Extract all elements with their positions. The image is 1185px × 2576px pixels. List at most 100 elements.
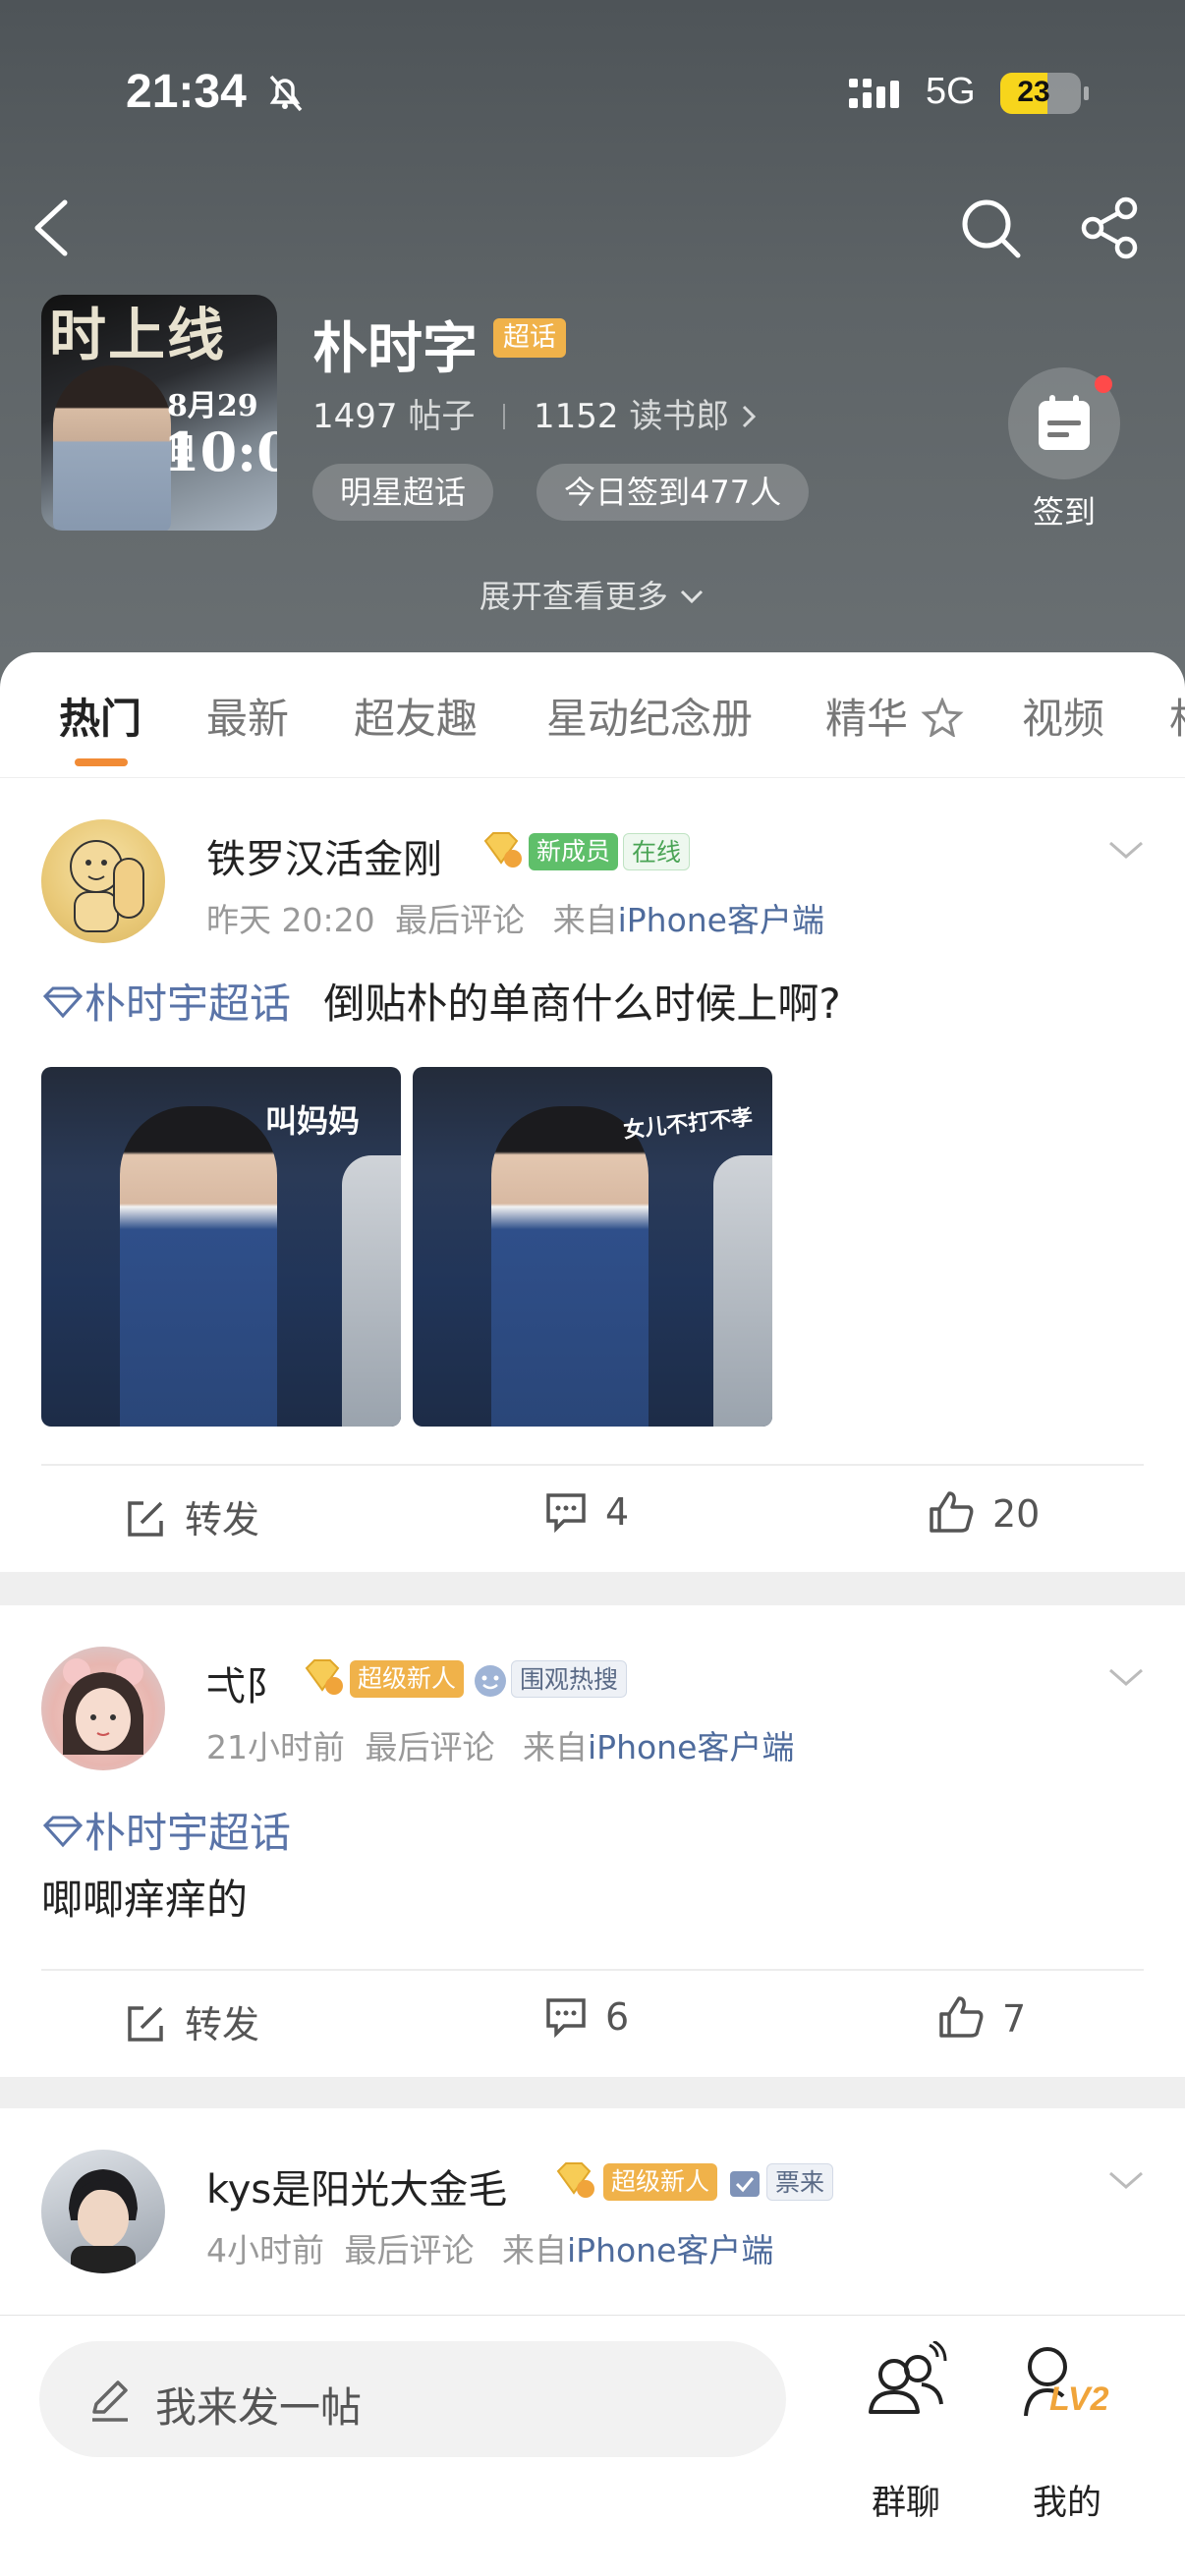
topic-cover-image[interactable]: 时上线 8月29日 10:00: [41, 295, 277, 531]
avatar[interactable]: [41, 819, 165, 943]
post-image[interactable]: 女儿不打不孝: [413, 1067, 772, 1427]
like-button[interactable]: 7: [937, 1994, 1026, 2041]
post-meta: 4小时前 最后评论 来自iPhone客户端: [206, 2224, 773, 2271]
thumbs-up-icon: [930, 1491, 974, 1533]
thumbs-up-icon: [939, 1996, 984, 2038]
comment-icon: [546, 1493, 586, 1534]
post-text[interactable]: 唧唧痒痒的: [41, 1867, 248, 1927]
tab-more[interactable]: 相: [1169, 686, 1185, 746]
last-comment-label: 最后评论: [344, 2231, 475, 2269]
tab-featured[interactable]: 精华: [825, 686, 964, 746]
avatar[interactable]: [41, 1647, 165, 1770]
topic-diamond-icon: [41, 980, 85, 1028]
back-arrow-icon[interactable]: [29, 196, 73, 263]
post-content[interactable]: 朴时宇超话 倒贴朴的单商什么时候上啊?: [41, 971, 841, 1031]
username[interactable]: 铁罗汉活金刚: [206, 827, 442, 884]
status-bar: 21:34 5G 23: [0, 59, 1185, 128]
post-meta: 21小时前 最后评论 来自iPhone客户端: [206, 1721, 794, 1768]
ticket-check-icon: [727, 2165, 762, 2205]
cellular-signal-icon: [849, 77, 914, 116]
vip-diamond-icon: [552, 2159, 595, 2203]
search-icon[interactable]: [959, 196, 1022, 263]
post-card[interactable]: kys是阳光大金毛 超级新人 票来 4小时前 最后评论 来自iPhone客户端: [0, 2108, 1185, 2315]
post-card[interactable]: 铁罗汉活金刚 新成员 在线 昨天 20:20 最后评论 来自iPhone客户端 …: [0, 778, 1185, 1572]
category-pill[interactable]: 明星超话: [312, 464, 494, 521]
featured-star-icon: [921, 695, 964, 743]
post-time: 21小时前: [206, 1728, 345, 1766]
tab-fun[interactable]: 超友趣: [354, 686, 478, 746]
post-image[interactable]: 叫妈妈: [41, 1067, 401, 1427]
battery-level: 23: [1017, 76, 1050, 108]
pencil-icon: [86, 2377, 134, 2428]
repost-button[interactable]: 转发: [124, 1489, 259, 1543]
group-chat-button[interactable]: 群聊: [837, 2316, 975, 2542]
comment-button[interactable]: 4: [544, 1489, 629, 1534]
comment-button[interactable]: 6: [544, 1994, 629, 2039]
tab-video[interactable]: 视频: [1022, 686, 1104, 746]
post-time: 4小时前: [206, 2231, 324, 2269]
image-caption: 叫妈妈: [265, 1102, 361, 1140]
post-meta: 昨天 20:20 最后评论 来自iPhone客户端: [206, 894, 824, 941]
checkin-count-pill[interactable]: 今日签到477人: [536, 464, 810, 521]
source-prefix: 来自: [523, 1728, 588, 1766]
checkin-label: 签到: [1032, 493, 1096, 531]
like-count: 7: [1002, 1997, 1027, 2041]
compose-placeholder: 我来发一帖: [155, 2383, 363, 2432]
bottom-bar: 我来发一帖 群聊 LV2 我的: [0, 2315, 1185, 2576]
calendar-icon: [1036, 393, 1093, 458]
fans-label: 读书郎: [629, 397, 730, 436]
topic-header: 21:34 5G 23 时上线 8月29日 10:00 朴时字: [0, 0, 1185, 688]
compose-post-button[interactable]: 我来发一帖: [39, 2341, 786, 2457]
tab-hot[interactable]: 热门: [59, 686, 141, 746]
comment-count: 4: [605, 1490, 630, 1534]
post-source[interactable]: iPhone客户端: [588, 1728, 794, 1766]
tab-album[interactable]: 星动纪念册: [546, 686, 753, 746]
tab-featured-label: 精华: [825, 695, 909, 743]
chevron-down-icon: [678, 578, 705, 615]
fans-count: 1152: [533, 397, 619, 436]
badge-online: 在线: [623, 833, 691, 870]
topic-link[interactable]: 朴时宇超话: [85, 980, 291, 1028]
username[interactable]: 弌阝: [206, 1654, 285, 1711]
repost-button[interactable]: 转发: [124, 1994, 259, 2048]
share-icon[interactable]: [1079, 196, 1142, 263]
post-card[interactable]: 弌阝 超级新人 围观热搜 21小时前 最后评论 来自iPhone客户端 朴时宇超…: [0, 1605, 1185, 2077]
group-chat-label: 群聊: [871, 2484, 940, 2523]
group-chat-icon: [865, 2339, 947, 2428]
me-label: 我的: [1032, 2484, 1101, 2523]
post-topic[interactable]: 朴时宇超话: [41, 1800, 291, 1860]
checkin-button[interactable]: [1008, 367, 1120, 479]
super-topic-badge: 超话: [493, 318, 566, 358]
chevron-down-icon[interactable]: [1106, 2169, 1146, 2197]
network-type: 5G: [926, 71, 976, 112]
source-prefix: 来自: [552, 901, 618, 939]
badge-super-newbie: 超级新人: [350, 1660, 465, 1698]
image-caption: 女儿不打不孝: [622, 1105, 755, 1144]
repost-icon: [128, 2006, 163, 2042]
avatar[interactable]: [41, 2150, 165, 2273]
vip-diamond-icon: [301, 1656, 344, 1700]
notification-dot: [1095, 375, 1112, 393]
repost-icon: [128, 1501, 163, 1537]
comment-icon: [546, 1998, 586, 2039]
post-source[interactable]: iPhone客户端: [567, 2231, 773, 2269]
badge-super-newbie: 超级新人: [603, 2163, 718, 2201]
chevron-down-icon[interactable]: [1106, 1666, 1146, 1694]
topic-link[interactable]: 朴时宇超话: [85, 1809, 291, 1857]
topic-diamond-icon: [41, 1809, 85, 1857]
posts-count: 1497: [312, 397, 398, 436]
topic-stats[interactable]: 1497 帖子 1152 读书郎: [312, 389, 758, 437]
post-source[interactable]: iPhone客户端: [618, 901, 824, 939]
expand-more[interactable]: 展开查看更多: [0, 572, 1185, 617]
username[interactable]: kys是阳光大金毛: [206, 2157, 507, 2214]
battery-indicator: 23: [1000, 73, 1089, 114]
like-button[interactable]: 20: [928, 1489, 1040, 1536]
cover-time: 10:00: [163, 420, 277, 483]
tab-latest[interactable]: 最新: [206, 686, 289, 746]
vip-diamond-icon: [480, 829, 523, 872]
me-button[interactable]: LV2 我的: [998, 2316, 1136, 2542]
comment-count: 6: [605, 1995, 630, 2039]
active-tab-indicator: [75, 758, 128, 766]
status-time: 21:34: [126, 66, 247, 118]
chevron-down-icon[interactable]: [1106, 839, 1146, 867]
